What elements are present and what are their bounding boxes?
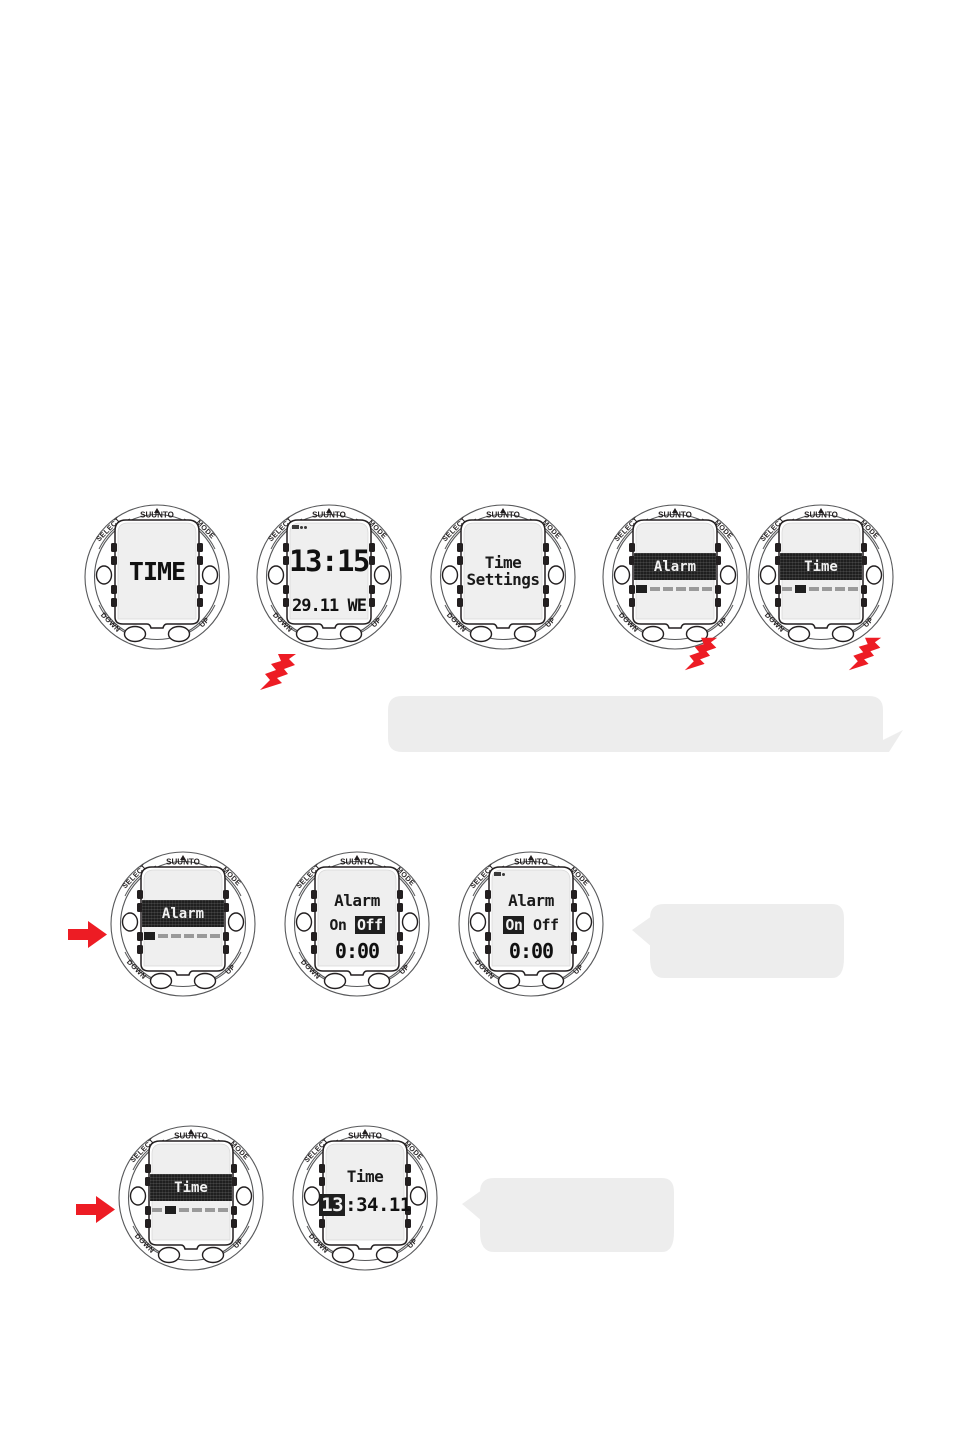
watch-menu-alarm[interactable]: SUUNTO SELECT MODE DOWN UP Alarm (596, 503, 754, 653)
lcd-menu-label: Time (804, 558, 838, 575)
option-on[interactable]: On (503, 915, 525, 934)
lcd-menu-bar[interactable]: Time (780, 553, 862, 580)
arrow-right-to-watch9 (76, 1195, 116, 1224)
svg-text:SUUNTO: SUUNTO (166, 858, 200, 867)
watch-clock[interactable]: SUUNTO SELECT MODE DOWN UP 13:15 29.11 W… (250, 503, 408, 653)
progress-segment (809, 587, 819, 591)
page-root: SUUNTO SELECT MODE DOWN UP TIME SUUNTO S… (0, 0, 954, 1451)
lcd-alarm-time: 0:00 (334, 939, 380, 963)
progress-segment (192, 1208, 202, 1212)
arrow-up-right-to-watch2 (258, 652, 298, 692)
lcd-alarm-options: On Off (503, 915, 559, 934)
option-off[interactable]: Off (533, 916, 559, 934)
watch-alarm-on[interactable]: SUUNTO SELECT MODE DOWN UP Alarm On Off … (452, 850, 610, 1000)
lcd-text-line-1: Time (484, 552, 522, 572)
lcd-alarm-title: Alarm (334, 891, 380, 910)
arrow-up-right-to-watch5 (847, 636, 883, 672)
time-hours-field[interactable]: 13 (319, 1193, 346, 1216)
callout-row-3 (462, 1176, 674, 1252)
menu-progress-bar (152, 1206, 228, 1214)
watch-menu-time[interactable]: SUUNTO SELECT MODE DOWN UP Time (742, 503, 900, 653)
lcd-menu-bar[interactable]: Alarm (142, 900, 224, 927)
option-on[interactable]: On (329, 916, 347, 934)
lcd-menu-label: Time (174, 1179, 208, 1196)
watch-menu-time-selected[interactable]: SUUNTO SELECT MODE DOWN UP Time (112, 1124, 270, 1274)
lcd-menu-bar[interactable]: Alarm (634, 553, 716, 580)
svg-text:SUUNTO: SUUNTO (348, 1132, 382, 1141)
watch-time-mode[interactable]: SUUNTO SELECT MODE DOWN UP TIME (78, 503, 236, 653)
menu-progress-bar (144, 932, 220, 940)
alarm-bell-icon (292, 525, 307, 529)
progress-segment (650, 587, 660, 591)
svg-text:SUUNTO: SUUNTO (658, 511, 692, 520)
time-rest-field[interactable]: :34.11 (345, 1194, 411, 1216)
lcd-alarm-options: On Off (329, 915, 385, 934)
arrow-right-to-watch6 (68, 920, 108, 949)
progress-segment (218, 1208, 228, 1212)
progress-segment (663, 587, 673, 591)
progress-segment (782, 587, 792, 591)
watch-alarm-off[interactable]: SUUNTO SELECT MODE DOWN UP Alarm On Off … (278, 850, 436, 1000)
lcd-alarm-time: 0:00 (508, 939, 554, 963)
svg-text:SUUNTO: SUUNTO (140, 511, 174, 520)
lcd-text-line-2: Settings (466, 569, 540, 589)
progress-segment (184, 934, 194, 938)
lcd-clock-date: 29.11 WE (292, 595, 367, 616)
progress-segment (197, 934, 207, 938)
progress-segment (165, 1206, 176, 1214)
svg-text:SUUNTO: SUUNTO (340, 858, 374, 867)
progress-segment (848, 587, 858, 591)
svg-text:SUUNTO: SUUNTO (804, 511, 838, 520)
progress-segment (158, 934, 168, 938)
progress-segment (689, 587, 699, 591)
progress-segment (676, 587, 686, 591)
progress-segment (152, 1208, 162, 1212)
menu-progress-bar (782, 585, 858, 593)
option-off[interactable]: Off (355, 915, 385, 934)
lcd-alarm-title: Alarm (508, 891, 554, 910)
svg-text:SUUNTO: SUUNTO (174, 1132, 208, 1141)
progress-segment (795, 585, 806, 593)
callout-row-2 (632, 902, 844, 978)
progress-segment (205, 1208, 215, 1212)
progress-segment (179, 1208, 189, 1212)
progress-segment (144, 932, 155, 940)
watch-menu-alarm-selected[interactable]: SUUNTO SELECT MODE DOWN UP Alarm (104, 850, 262, 1000)
callout-text (632, 902, 828, 972)
progress-segment (210, 934, 220, 938)
callout-row-1 (388, 690, 903, 752)
progress-segment (636, 585, 647, 593)
callout-text (388, 690, 883, 750)
svg-text:SUUNTO: SUUNTO (312, 511, 346, 520)
lcd-menu-label: Alarm (653, 558, 697, 575)
arrow-up-right-to-watch4 (683, 636, 719, 672)
progress-segment (702, 587, 712, 591)
menu-progress-bar (636, 585, 712, 593)
svg-text:SUUNTO: SUUNTO (514, 858, 548, 867)
lcd-clock-time: 13:15 (289, 543, 370, 578)
lcd-text-main: TIME (128, 556, 186, 586)
lcd-menu-label: Alarm (161, 905, 205, 922)
progress-segment (835, 587, 845, 591)
callout-text (462, 1176, 658, 1246)
lcd-time-title: Time (346, 1167, 384, 1186)
progress-segment (822, 587, 832, 591)
alarm-bell-icon (494, 872, 505, 876)
progress-segment (171, 934, 181, 938)
svg-text:SUUNTO: SUUNTO (486, 511, 520, 520)
watch-time-settings[interactable]: SUUNTO SELECT MODE DOWN UP Time Settings (424, 503, 582, 653)
watch-time-setting[interactable]: SUUNTO SELECT MODE DOWN UP Time 13:34.11 (286, 1124, 444, 1274)
lcd-menu-bar[interactable]: Time (150, 1174, 232, 1201)
lcd-time-value: 13:34.11 (319, 1193, 411, 1216)
